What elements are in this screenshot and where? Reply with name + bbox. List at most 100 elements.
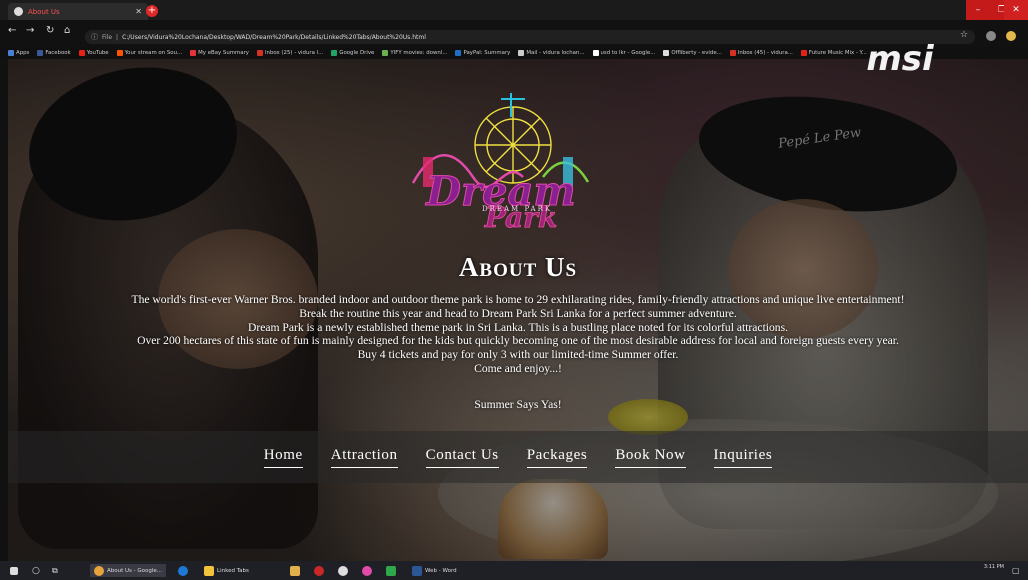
clock-time: 3:11 PM (983, 564, 1004, 570)
page-title: About Us (458, 252, 578, 282)
bookmark-item[interactable]: Mail - vidura lochan... (518, 49, 585, 56)
info-icon[interactable]: ⓘ (91, 32, 98, 42)
nav-home[interactable]: Home (263, 447, 303, 468)
bookmark-favicon-icon (382, 49, 389, 56)
taskbar-chrome-label: About Us - Google... (107, 567, 163, 574)
bookmark-favicon-icon (116, 49, 123, 56)
reload-icon[interactable]: ↻ (46, 25, 54, 36)
forward-arrow-icon[interactable]: → (26, 25, 34, 36)
bookmark-item[interactable]: YIFY movies: downl... (382, 49, 448, 56)
minimize-button[interactable]: – (966, 0, 990, 20)
profile-avatar-icon[interactable] (1006, 31, 1016, 41)
bookmark-favicon-icon (8, 49, 14, 56)
store-icon (290, 565, 300, 576)
bookmark-label: Inbox (25) - vidura l... (264, 49, 324, 56)
taskbar-app-3[interactable] (338, 564, 348, 577)
app-icon (314, 565, 324, 576)
bookmark-item[interactable]: Inbox (45) - vidura... (729, 49, 793, 56)
bookmark-favicon-icon (800, 49, 807, 56)
bookmark-label: Inbox (45) - vidura... (737, 49, 793, 56)
window-close-button[interactable]: ✕ (1004, 0, 1028, 20)
bookmark-item[interactable]: Inbox (25) - vidura l... (256, 49, 324, 56)
url-divider: | (116, 33, 119, 41)
dream-park-logo: Dream Park (411, 93, 590, 234)
taskbar-word[interactable]: Web - Word (412, 564, 457, 577)
word-icon (412, 565, 422, 576)
bookmark-item[interactable]: Google Drive (331, 49, 374, 56)
bookmark-label: PayPal: Summary (463, 49, 511, 56)
close-icon[interactable]: ✕ (135, 7, 142, 16)
extension-icon[interactable] (986, 31, 996, 41)
folder-icon (204, 565, 214, 576)
site-navigation: Home Attraction Contact Us Packages Book… (8, 431, 1028, 483)
bookmark-favicon-icon (455, 49, 462, 56)
chrome-icon (94, 565, 104, 576)
taskbar-chrome[interactable]: About Us - Google... (90, 564, 167, 577)
windows-taskbar: ○ ⧉ About Us - Google... Linked Tabs Web… (0, 561, 1028, 580)
nav-packages[interactable]: Packages (526, 447, 588, 468)
browser-tab-bar: About Us ✕ + – ❐ ✕ (0, 0, 1028, 20)
nav-book-now[interactable]: Book Now (615, 447, 686, 468)
logo-subtitle: DREAM PARK (482, 205, 553, 213)
slogan-text: Summer Says Yas! (474, 398, 562, 411)
back-arrow-icon[interactable]: ← (8, 25, 16, 36)
about-line-6: Come and enjoy...! (474, 361, 562, 375)
taskbar-word-label: Web - Word (425, 567, 457, 574)
about-line-5: Buy 4 tickets and pay for only 3 with ou… (357, 348, 679, 362)
bookmark-item[interactable]: My eBay Summary (190, 49, 249, 56)
bookmark-item[interactable]: Your stream on Sou... (116, 49, 183, 56)
app-icon (386, 565, 396, 576)
page-viewport: Pepé Le Pew Dream Park DREAM PARK About … (8, 59, 1028, 561)
taskbar-app-5[interactable] (386, 564, 396, 577)
bookmark-favicon-icon (331, 49, 338, 56)
about-line-1: The world's first-ever Warner Bros. bran… (131, 293, 905, 306)
taskbar-folder-label: Linked Tabs (217, 567, 249, 574)
nav-contact-us[interactable]: Contact Us (425, 447, 499, 468)
taskbar-app-2[interactable] (314, 564, 324, 577)
bookmark-favicon-icon (729, 49, 736, 56)
address-bar[interactable]: ⓘ File | C:/Users/Vidura%20Lochana/Deskt… (85, 30, 975, 44)
system-tray-clock[interactable]: 3:11 PM (984, 564, 1004, 570)
svg-text:msi: msi (866, 44, 935, 74)
url-scheme: File (102, 33, 113, 41)
bookmark-label: YouTube (86, 49, 109, 56)
bookmark-star-icon[interactable]: ☆ (960, 30, 968, 40)
taskbar-explorer[interactable]: Linked Tabs (204, 564, 249, 577)
bookmark-item[interactable]: YouTube (78, 49, 109, 56)
nav-inquiries[interactable]: Inquiries (713, 447, 773, 468)
bookmark-favicon-icon (663, 49, 670, 56)
bookmark-item[interactable]: PayPal: Summary (455, 49, 511, 56)
bookmark-label: Apps (16, 49, 30, 56)
url-text[interactable]: C:/Users/Vidura%20Lochana/Desktop/WAD/Dr… (122, 34, 426, 41)
bookmark-label: Offliberty - evide... (671, 49, 722, 56)
search-icon[interactable]: ○ (32, 564, 40, 577)
bookmark-item[interactable]: Facebook (37, 49, 71, 56)
taskbar-ie[interactable] (178, 564, 188, 577)
about-paragraph: The world's first-ever Warner Bros. bran… (8, 293, 1028, 376)
tab-title: About Us (28, 7, 60, 16)
bookmark-item[interactable]: Apps (8, 49, 30, 56)
browser-tab-about-us[interactable]: About Us ✕ (8, 3, 148, 20)
bookmark-label: Facebook (45, 49, 71, 56)
edge-icon (178, 565, 188, 576)
bookmark-label: Mail - vidura lochan... (526, 49, 585, 56)
new-tab-button[interactable]: + (146, 5, 158, 17)
windows-start-icon[interactable] (10, 564, 18, 577)
bookmark-item[interactable]: usd to lkr - Google... (592, 49, 655, 56)
about-line-2: Break the routine this year and head to … (299, 306, 737, 320)
bookmark-label: Your stream on Sou... (124, 49, 183, 56)
task-view-icon[interactable]: ⧉ (52, 564, 58, 577)
bookmark-favicon-icon (190, 49, 197, 56)
globe-icon (14, 7, 23, 16)
taskbar-app-4[interactable] (362, 564, 372, 577)
msi-watermark-logo: msi (866, 44, 935, 74)
about-line-4: Over 200 hectares of this state of fun i… (137, 334, 899, 348)
taskbar-store[interactable] (290, 564, 300, 577)
home-icon[interactable]: ⌂ (64, 25, 70, 36)
bookmark-label: YIFY movies: downl... (390, 49, 448, 56)
notification-icon[interactable]: ▢ (1012, 564, 1020, 577)
bookmark-favicon-icon (78, 49, 85, 56)
bookmark-favicon-icon (518, 49, 525, 56)
bookmark-item[interactable]: Offliberty - evide... (663, 49, 722, 56)
nav-attraction[interactable]: Attraction (330, 447, 398, 468)
